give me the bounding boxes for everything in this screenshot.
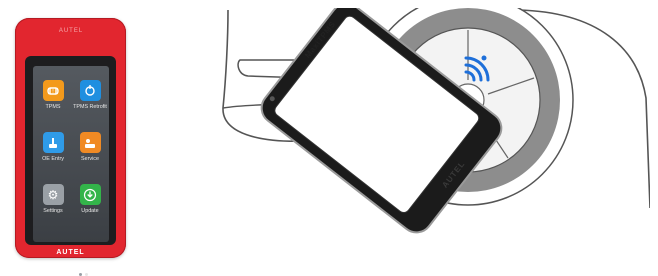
- app-oe-entry[interactable]: OE Entry: [35, 132, 71, 162]
- gear-icon: ⚙: [42, 184, 64, 205]
- device-screen: ! TPMS TPMS Retrofit OE Entry Service ⚙ …: [33, 66, 109, 276]
- app-tpms-retrofit[interactable]: TPMS Retrofit: [72, 80, 108, 110]
- app-label: OE Entry: [42, 156, 64, 162]
- tire-pressure-icon: !: [42, 80, 64, 101]
- app-label: TPMS: [45, 104, 61, 110]
- svg-text:!: !: [52, 89, 54, 95]
- car-wheel-scene: MaxiTPMS AUTEL: [222, 8, 650, 234]
- app-label: Service: [81, 156, 99, 162]
- product-scene: AUTEL ! TPMS TPMS Retrofit OE Entry Serv…: [0, 0, 658, 276]
- app-update[interactable]: Update: [72, 184, 108, 214]
- oe-entry-icon: [42, 132, 64, 153]
- app-label: Update: [81, 208, 99, 214]
- service-icon: [79, 132, 101, 153]
- app-settings[interactable]: ⚙ Settings: [35, 184, 71, 214]
- download-icon: [79, 184, 101, 205]
- top-logo: AUTEL: [58, 28, 84, 34]
- app-service[interactable]: Service: [72, 132, 108, 162]
- tire-wrench-icon: [79, 80, 101, 101]
- red-tpms-device: AUTEL ! TPMS TPMS Retrofit OE Entry Serv…: [15, 18, 126, 276]
- device-brand: AUTEL: [56, 249, 85, 256]
- app-tpms[interactable]: ! TPMS: [35, 80, 71, 110]
- app-label: TPMS Retrofit: [73, 104, 107, 110]
- app-label: Settings: [43, 208, 63, 214]
